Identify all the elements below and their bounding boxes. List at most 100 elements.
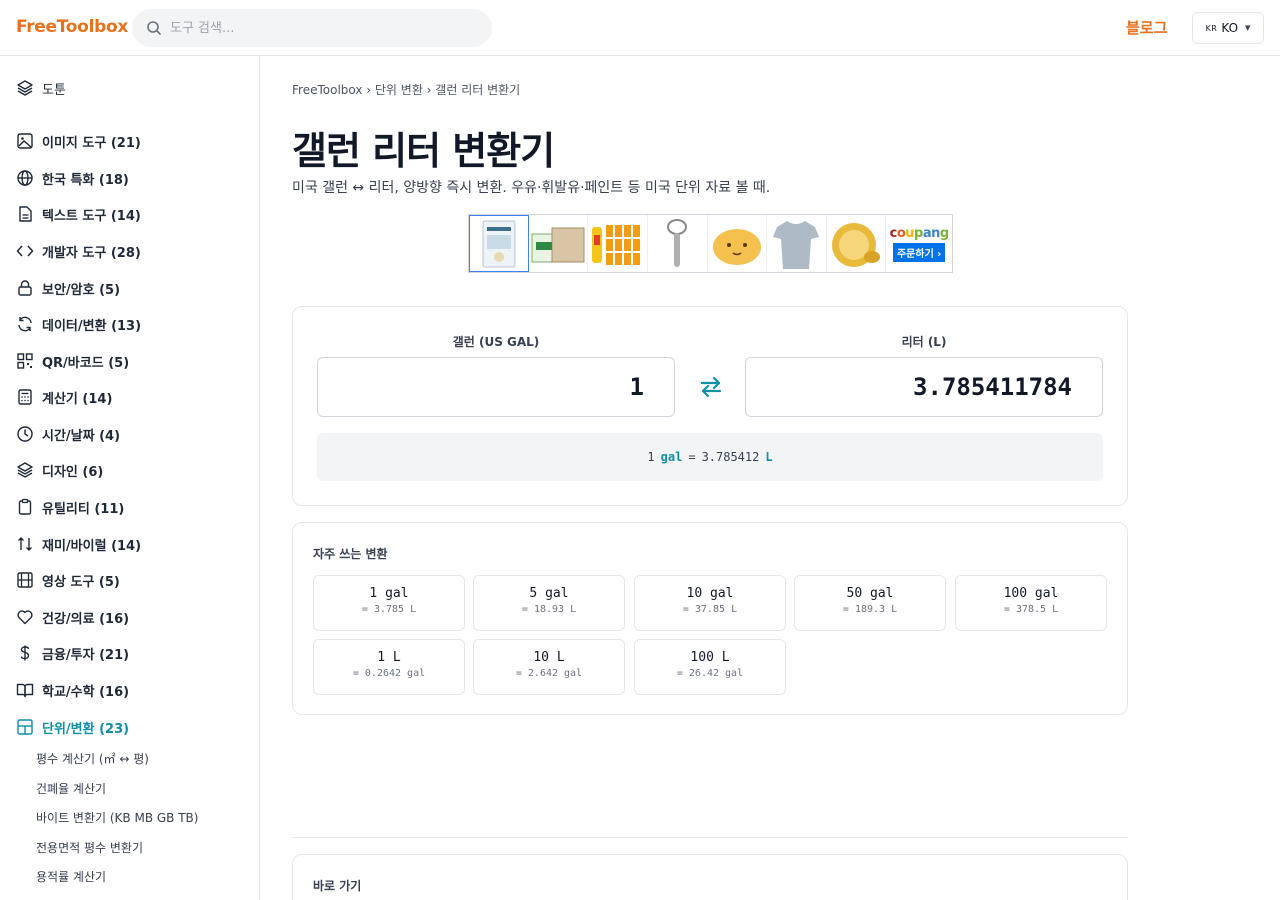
search-icon [147,21,161,35]
caret-down-icon: ▼ [1245,24,1251,32]
preset-result: = 18.93 L [521,604,577,615]
sidebar-item-image[interactable]: 이미지 도구 (21) [16,128,141,154]
language-selector[interactable]: KR KO ▼ [1192,12,1264,44]
preset-chip[interactable]: 10 L = 2.642 gal [473,639,625,695]
preset-chip[interactable]: 5 gal = 18.93 L [473,575,625,631]
preset-value: 10 L [533,650,565,665]
preset-chip[interactable]: 1 gal = 3.785 L [313,575,465,631]
formula-left-unit: gal [660,450,683,464]
layers-icon [17,462,33,478]
refresh-icon [18,316,32,332]
sidebar-item-top[interactable]: 도툰 [16,75,66,101]
preset-value: 1 gal [369,586,409,601]
ad-product-image[interactable] [469,215,529,272]
sidebar-item-label: 보안/암호 (5) [42,282,121,298]
sidebar-item-health[interactable]: 건강/의료 (16) [16,604,129,630]
sidebar-subitem[interactable]: 전용면적 평수 변환기 [36,837,143,857]
preset-result: = 378.5 L [1003,604,1059,615]
page-description: 미국 갤런 ↔ 리터, 양방향 즉시 변환. 우유·휘발유·페인트 등 미국 단… [292,180,771,196]
preset-result: = 26.42 gal [676,668,744,679]
book-icon [16,683,34,698]
formula-left-number: 1 [647,450,655,464]
sidebar-item-label: 한국 특화 (18) [42,172,129,188]
sidebar-item-school[interactable]: 학교/수학 (16) [16,677,129,703]
sidebar-subitem[interactable]: 용적률 계산기 [36,866,106,886]
sidebar-item-korea[interactable]: 한국 특화 (18) [16,165,129,191]
formula-right-number: 3.785412 [701,450,760,464]
gallon-label: 갤런 (US GAL) [452,335,540,349]
quick-links-card: 바로 가기 [292,854,1128,900]
sidebar-item-units[interactable]: 단위/변환 (23) [16,714,129,740]
liter-input[interactable] [745,357,1103,417]
preset-result: = 37.85 L [682,604,738,615]
sidebar-item-design[interactable]: 디자인 (6) [16,457,103,483]
sidebar-item-label: 학교/수학 (16) [42,684,130,700]
preset-result: = 189.3 L [842,604,898,615]
sidebar-item-time[interactable]: 시간/날짜 (4) [16,421,120,447]
blog-link[interactable]: 블로그 [1126,17,1167,38]
ad-product-image[interactable] [767,215,827,272]
order-button[interactable]: 주문하기 › [892,242,946,262]
sidebar-item-data[interactable]: 데이터/변환 (13) [16,311,141,337]
sidebar-item-text[interactable]: 텍스트 도구 (14) [16,201,141,227]
sidebar-item-label: 데이터/변환 (13) [42,318,142,334]
sidebar-item-label: 영상 도구 (5) [42,574,120,590]
conversion-formula: 1 gal = 3.785412 L [317,433,1103,481]
formula-equals: = [688,450,696,464]
preset-value: 1 L [377,650,401,665]
converter-card: 갤런 (US GAL) 리터 (L) 1 gal = 3.785412 L [292,306,1128,506]
top-header: FreeToolbox 블로그 KR KO ▼ [0,0,1280,56]
ad-product-image[interactable] [529,215,589,272]
sidebar-item-calculator[interactable]: 계산기 (14) [16,384,112,410]
gallon-input[interactable] [317,357,675,417]
sidebar-item-utility[interactable]: 유틸리티 (11) [16,494,124,520]
sidebar-item-finance[interactable]: 금융/투자 (21) [16,640,129,666]
document-icon [19,206,32,222]
ad-product-image[interactable] [648,215,708,272]
search-bar[interactable] [132,9,492,47]
preset-chip[interactable]: 1 L = 0.2642 gal [313,639,465,695]
code-icon [16,245,34,257]
site-logo[interactable]: FreeToolbox [16,17,128,37]
globe-icon [17,170,33,186]
sidebar-subitem[interactable]: 평수 계산기 (㎡ ↔ 평) [36,748,149,768]
preset-chip[interactable]: 10 gal = 37.85 L [634,575,786,631]
calculator-icon [18,389,32,405]
sidebar-item-label: 텍스트 도구 (14) [42,208,141,224]
sidebar-item-label: 도툰 [42,82,66,98]
preset-chip[interactable]: 100 L = 26.42 gal [634,639,786,695]
liter-label: 리터 (L) [901,335,947,349]
sidebar-subitem[interactable]: 바이트 변환기 (KB MB GB TB) [36,807,198,827]
quick-links-title: 바로 가기 [313,879,362,893]
search-input[interactable] [170,9,480,47]
sort-icon [18,537,32,551]
sidebar-item-qr[interactable]: QR/바코드 (5) [16,348,129,374]
clock-icon [17,426,33,442]
sidebar-item-label: 금융/투자 (21) [42,647,130,663]
ad-product-image[interactable] [827,215,887,272]
ad-banner[interactable]: coupang 주문하기 › [468,214,953,273]
sidebar-item-dev[interactable]: 개발자 도구 (28) [16,238,141,264]
sidebar-item-label: 개발자 도구 (28) [42,245,141,261]
sidebar-item-security[interactable]: 보안/암호 (5) [16,275,120,301]
preset-chip[interactable]: 100 gal = 378.5 L [955,575,1107,631]
preset-result: = 2.642 gal [515,668,583,679]
swap-icon [700,376,722,398]
qr-icon [17,353,33,369]
swap-button[interactable] [693,369,729,405]
sidebar-item-video[interactable]: 영상 도구 (5) [16,567,120,593]
breadcrumb[interactable]: FreeToolbox › 단위 변환 › 갤런 리터 변환기 [292,81,520,98]
ad-product-image[interactable] [708,215,768,272]
formula-right-unit: L [765,450,773,464]
sidebar-item-fun[interactable]: 재미/바이럴 (14) [16,531,141,557]
ad-product-image[interactable] [588,215,648,272]
preset-result: = 0.2642 gal [352,668,426,679]
sidebar-subitem[interactable]: 건폐율 계산기 [36,778,106,798]
sidebar-item-label: 이미지 도구 (21) [42,135,141,151]
sidebar-item-label: 시간/날짜 (4) [42,428,121,444]
sidebar-item-label: 건강/의료 (16) [42,611,130,627]
page-title: 갤런 리터 변환기 [292,129,555,173]
preset-chip[interactable]: 50 gal = 189.3 L [794,575,946,631]
layers-icon [17,80,33,96]
ad-brand[interactable]: coupang 주문하기 › [886,215,952,272]
